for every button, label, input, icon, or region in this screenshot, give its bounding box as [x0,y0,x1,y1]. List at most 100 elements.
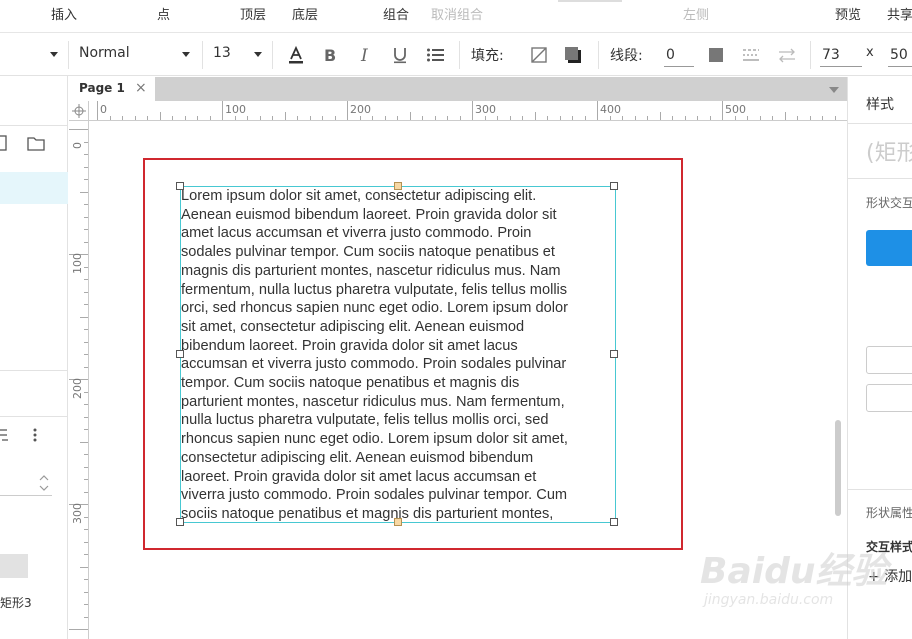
tab-page1[interactable]: Page 1 × [69,77,155,101]
ruler-tick [84,204,88,205]
panel-divider [848,489,912,490]
chevron-updown-icon[interactable] [38,473,50,493]
text-box-selected[interactable]: Lorem ipsum dolor sit amet, consectetur … [176,182,618,526]
ruler-tick [234,116,236,120]
ruler-tick [69,629,88,630]
ruler-tick [459,116,461,120]
menu-group[interactable]: 组合 [383,4,409,23]
chevron-down-icon[interactable] [50,52,58,57]
menu-point[interactable]: 点 [157,4,170,23]
ruler-label: 400 [600,103,621,116]
ruler-label: 300 [71,503,84,524]
toolbar-divider [810,41,811,69]
ruler-tick [384,116,386,120]
ruler-tick [84,591,88,593]
svg-text:I: I [360,46,368,65]
ruler-label: 100 [71,253,84,274]
ruler-tick [322,116,323,120]
bullet-list-icon[interactable] [425,45,445,65]
panel-divider [0,416,68,417]
property-input[interactable] [866,346,912,374]
menu-bring-to-front[interactable]: 顶层 [240,4,266,23]
ruler-tick [434,116,436,120]
ruler-label: 200 [71,378,84,399]
shape-interaction-heading: 形状交互 [866,196,912,210]
style-select[interactable]: Normal [79,45,130,61]
text-line: bibendum laoreet. Proin gravida dolor si… [181,337,518,354]
line-style-icon[interactable] [741,45,761,65]
text-line: magnis dis parturient montes, nascetur r… [181,262,561,279]
left-panel: 矩形3 [0,76,68,639]
line-width-input[interactable] [664,43,694,67]
menu-align-left[interactable]: 左侧 [683,4,709,23]
more-options-icon[interactable] [30,426,40,444]
no-fill-icon[interactable] [529,45,549,65]
toolbar-divider [202,41,203,69]
menu-ungroup[interactable]: 取消组合 [431,4,483,23]
ruler-tick [747,116,748,120]
horizontal-ruler: 0 100 200 300 400 500 [89,101,847,121]
ruler-tick [447,116,448,120]
ruler-tick [822,116,823,120]
font-size-select[interactable]: 13 [213,45,231,61]
ruler-origin[interactable] [69,101,89,121]
menu-send-to-back[interactable]: 底层 [292,4,318,23]
ruler-tick [84,354,88,355]
chevron-down-icon[interactable] [829,87,839,93]
arrow-style-icon[interactable] [777,45,797,65]
ruler-tick [347,101,348,120]
svg-text:B: B [324,46,336,65]
ruler-tick [722,101,723,120]
resize-handle-top-left[interactable] [176,182,184,190]
ruler-tick [647,116,648,120]
bold-icon[interactable]: B [320,45,340,65]
x-position-input[interactable] [820,43,862,67]
ruler-tick [80,316,88,318]
ruler-tick [84,391,88,393]
panel-divider [0,370,68,371]
shape-list-item-label[interactable]: 矩形3 [0,594,32,611]
chevron-down-icon[interactable] [254,52,262,57]
close-icon[interactable]: × [135,80,147,96]
resize-handle-bottom[interactable] [394,518,402,526]
text-box-content: Lorem ipsum dolor sit amet, consectetur … [181,187,617,524]
left-panel-header [0,76,68,126]
page-list-item-selected[interactable] [0,172,68,204]
italic-icon[interactable]: I [356,45,376,65]
property-input[interactable] [866,384,912,412]
underline-icon[interactable] [390,45,410,65]
resize-handle-left[interactable] [176,350,184,358]
ruler-tick [209,116,211,120]
folder-icon[interactable] [26,134,46,152]
shape-name-field[interactable]: (矩形 [866,135,912,167]
menu-share[interactable]: 共享 [887,4,912,23]
crosshair-icon [72,104,86,118]
ruler-tick [84,479,88,480]
page-tab-bar: Page 1 × [69,77,847,101]
outline-icon[interactable] [0,426,10,444]
resize-handle-top-right[interactable] [610,182,618,190]
text-line: orci, sed rhoncus sapien nunc eget odio.… [181,300,568,317]
ruler-tick [684,116,686,120]
ruler-tick [84,291,88,293]
fill-shadow-icon[interactable] [563,45,583,65]
text-line: viverra justo commodo. Proin sodales pul… [181,487,568,504]
canvas-scrollbar[interactable] [835,420,841,516]
line-color-icon[interactable] [706,45,726,65]
ruler-tick [409,112,411,120]
resize-handle-bottom-left[interactable] [176,518,184,526]
page-icon[interactable] [0,134,10,152]
menu-insert[interactable]: 插入 [51,4,77,23]
y-position-input[interactable] [888,43,912,67]
chevron-down-icon[interactable] [182,52,190,57]
resize-handle-bottom-right[interactable] [610,518,618,526]
interaction-button[interactable] [866,230,912,266]
ruler-tick [522,116,523,120]
tab-style[interactable]: 样式 [866,94,894,114]
menu-preview[interactable]: 预览 [835,4,861,23]
toolbar-divider [68,41,69,69]
resize-handle-right[interactable] [610,350,618,358]
resize-handle-top[interactable] [394,182,402,190]
ruler-tick [84,404,88,405]
font-color-icon[interactable] [286,45,306,65]
